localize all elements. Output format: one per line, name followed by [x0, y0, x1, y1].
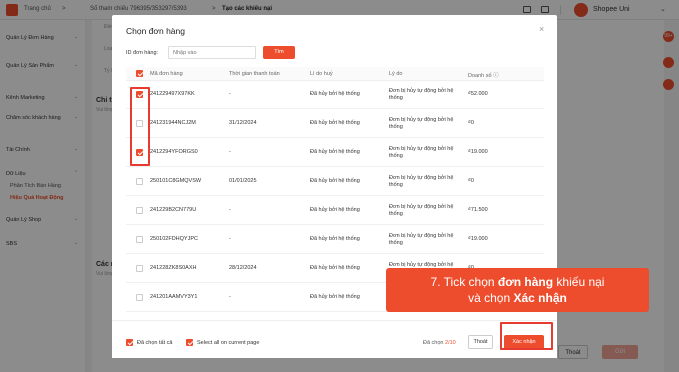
sales-cell: ₫19.000	[468, 236, 488, 242]
sales-cell: ₫71.500	[468, 207, 488, 213]
payment-time-cell: 31/12/2024	[229, 120, 257, 126]
order-id-cell: 250102FDHQYJPC	[150, 236, 198, 242]
order-id-label: ID đơn hàng:	[126, 50, 159, 56]
column-header-sales: Doanh số ⓘ	[468, 73, 499, 79]
payment-time-cell: -	[229, 294, 231, 300]
order-id-cell: 241201AAMVY3Y1	[150, 294, 198, 300]
cancel-reason-cell: Đã hủy bởi hệ thống	[310, 120, 360, 126]
cancel-reason-cell: Đã hủy bởi hệ thống	[310, 207, 360, 213]
payment-time-cell: -	[229, 91, 231, 97]
reason-cell: Đơn bị hủy tự động bởi hệ thống	[389, 146, 454, 159]
payment-time-cell: 01/01/2025	[229, 178, 257, 184]
reason-cell: Đơn bị hủy tự động bởi hệ thống	[389, 117, 454, 130]
reason-cell: Đơn bị hủy tự động bởi hệ thống	[389, 88, 454, 101]
row-checkbox[interactable]	[136, 178, 143, 185]
cancel-reason-cell: Đã hủy bởi hệ thống	[310, 265, 360, 271]
checkbox-highlight-box	[130, 87, 150, 166]
column-header-cancel-reason: Lí do huỷ	[310, 71, 333, 77]
selected-count: Đã chọn 2/10	[423, 340, 456, 346]
select-page-label: Select all on current page	[197, 340, 260, 346]
cancel-reason-cell: Đã hủy bởi hệ thống	[310, 149, 360, 155]
sales-cell: ₫19.000	[468, 149, 488, 155]
row-checkbox[interactable]	[136, 236, 143, 243]
order-id-cell: 2412294YFORGS0	[150, 149, 198, 155]
payment-time-cell: -	[229, 207, 231, 213]
payment-time-cell: -	[229, 236, 231, 242]
callout-line-1: 7. Tick chọn đơn hàng khiếu nại	[430, 275, 605, 289]
reason-cell: Đơn bị hủy tự động bởi hệ thống	[389, 233, 454, 246]
column-header-order-id: Mã đơn hàng	[150, 71, 183, 77]
order-id-cell: 241228ZK8S0AXH	[150, 265, 197, 271]
order-id-cell: 241229497X97KK	[150, 91, 195, 97]
cancel-reason-cell: Đã hủy bởi hệ thống	[310, 294, 360, 300]
table-row[interactable]: 241229B2CN779U - Đã hủy bởi hệ thống Đơn bị…	[126, 197, 544, 225]
order-id-cell: 250101C8GMQVSW	[150, 178, 202, 184]
table-row[interactable]: 250102FDHQYJPC - Đã hủy bởi hệ thống Đơn bị…	[126, 226, 544, 254]
order-id-cell: 241231944NCJ2M	[150, 120, 196, 126]
row-checkbox[interactable]	[136, 294, 143, 301]
reason-cell: Đơn bị hủy tự động bởi hệ thống	[389, 204, 454, 217]
confirm-highlight-box	[500, 322, 553, 350]
select-all-checkbox[interactable]	[126, 339, 133, 346]
cancel-reason-cell: Đã hủy bởi hệ thống	[310, 91, 360, 97]
callout-line-2: và chọn Xác nhận	[468, 291, 567, 305]
table-header: Mã đơn hàng Thời gian thanh toán Lí do h…	[126, 67, 544, 81]
table-row[interactable]: 250101C8GMQVSW 01/01/2025 Đã hủy bởi hệ th…	[126, 168, 544, 196]
close-icon[interactable]: ×	[539, 24, 544, 34]
row-checkbox[interactable]	[136, 207, 143, 214]
select-all-label: Đã chọn tất cả	[137, 340, 173, 346]
cancel-reason-cell: Đã hủy bởi hệ thống	[310, 236, 360, 242]
search-button[interactable]: Tìm	[263, 46, 295, 59]
modal-footer: Đã chọn tất cả Select all on current pag…	[112, 320, 557, 358]
sales-cell: ₫52.000	[468, 91, 488, 97]
table-row[interactable]: 241231944NCJ2M 31/12/2024 Đã hủy bởi hệ th…	[126, 110, 544, 138]
modal-title: Chọn đơn hàng	[126, 26, 185, 36]
row-checkbox[interactable]	[136, 265, 143, 272]
column-header-payment-time: Thời gian thanh toán	[229, 71, 280, 77]
select-page-checkbox[interactable]	[186, 339, 193, 346]
table-row[interactable]: 2412294YFORGS0 - Đã hủy bởi hệ thống Đơn bị…	[126, 139, 544, 167]
instruction-callout: 7. Tick chọn đơn hàng khiếu nại và chọn …	[386, 268, 649, 312]
column-header-reason: Lý do	[389, 71, 403, 77]
cancel-reason-cell: Đã hủy bởi hệ thống	[310, 178, 360, 184]
exit-button[interactable]: Thoát	[468, 335, 493, 349]
payment-time-cell: -	[229, 149, 231, 155]
sales-cell: ₫0	[468, 120, 474, 126]
payment-time-cell: 28/12/2024	[229, 265, 257, 271]
order-id-cell: 241229B2CN779U	[150, 207, 197, 213]
reason-cell: Đơn bị hủy tự động bởi hệ thống	[389, 175, 454, 188]
sales-cell: ₫0	[468, 178, 474, 184]
table-row[interactable]: 241229497X97KK - Đã hủy bởi hệ thống Đơn bị…	[126, 81, 544, 109]
select-all-checkbox[interactable]	[136, 70, 143, 77]
order-id-search-input[interactable]	[168, 46, 256, 59]
